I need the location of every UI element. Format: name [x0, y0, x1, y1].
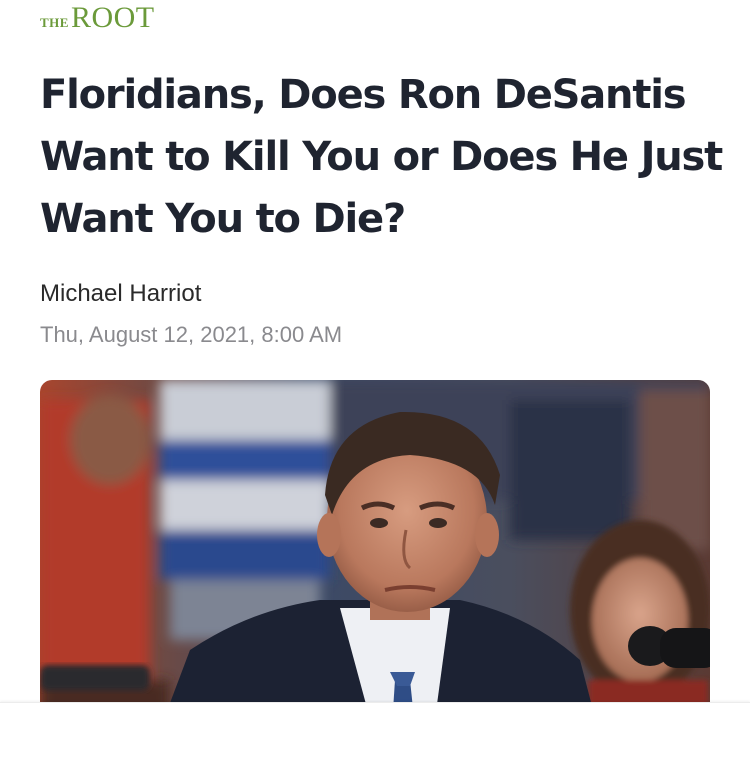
publish-date: Thu, August 12, 2021, 8:00 AM [40, 322, 343, 347]
article-headline: Floridians, Does Ron DeSantis Want to Ki… [40, 72, 723, 242]
article-page: THE ROOT Floridians, Does Ron DeSantis W… [0, 0, 750, 776]
toolbar-divider [0, 702, 750, 703]
logo-root: ROOT [70, 1, 155, 34]
bottom-toolbar [0, 702, 750, 776]
author-name[interactable]: Michael Harriot [40, 280, 201, 308]
hero-photo-illustration [40, 380, 710, 756]
hero-image[interactable] [40, 380, 710, 756]
publication-logo[interactable]: THE ROOT [40, 2, 155, 34]
logo-the: THE [40, 15, 69, 30]
